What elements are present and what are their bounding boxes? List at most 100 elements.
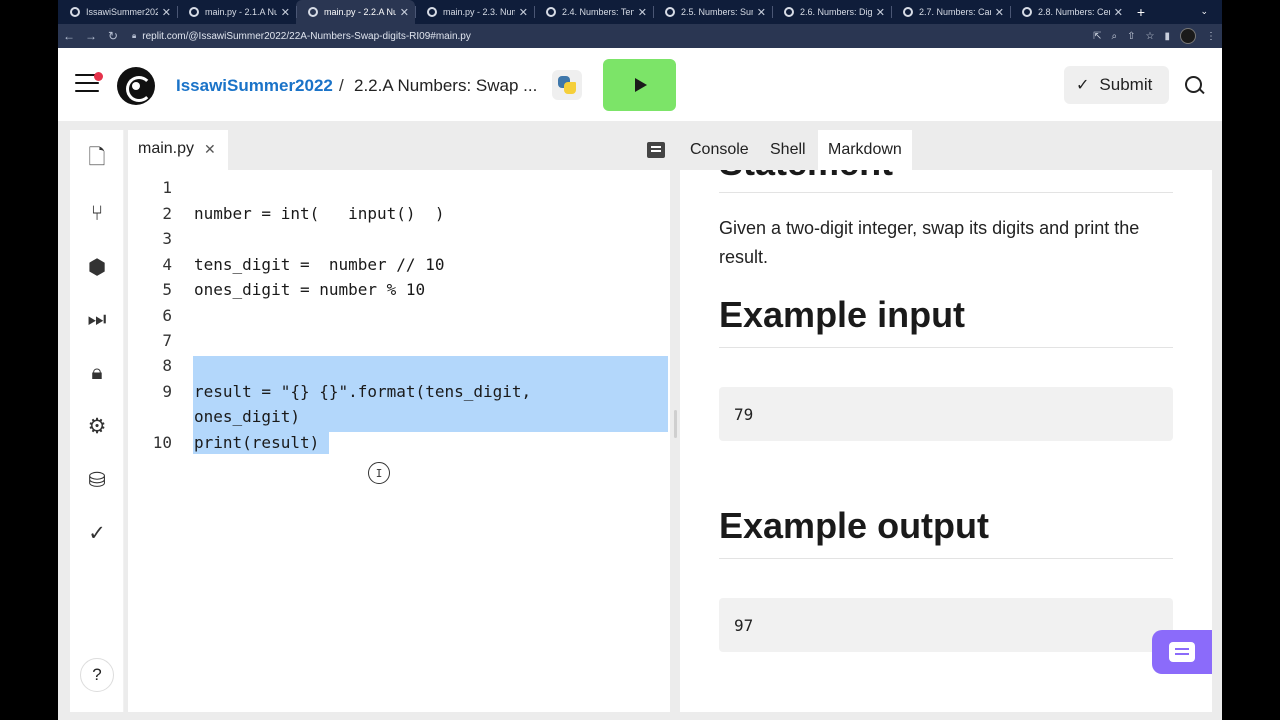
url-text: replit.com/@IssawiSummer2022/22A-Numbers… [142,30,471,42]
browser-window: IssawiSummer2022 ✕ main.py - 2.1.A Nu ✕ ma… [58,0,1222,720]
example-input-heading: Example input [719,294,966,335]
code-line-wrapped: ones_digit) [194,407,300,426]
tab-search-chevron-icon[interactable]: ⌄ [1200,6,1208,17]
profile-avatar[interactable] [1180,28,1196,44]
chat-bubble-icon [1169,642,1195,662]
output-pane: Console Shell Markdown Statement Given a… [647,130,1212,712]
replit-favicon-icon [546,7,556,17]
replit-favicon-icon [308,7,318,17]
browser-tab[interactable]: 2.6. Numbers: Digi ✕ [772,0,891,24]
example-output-heading: Example output [719,505,990,546]
search-icon[interactable] [1185,76,1205,96]
tab-close-icon[interactable]: ✕ [757,6,766,19]
breadcrumb-user-link[interactable]: IssawiSummer2022 [176,76,333,96]
tab-close-icon[interactable]: ✕ [162,6,171,19]
lock-icon: 🔒︎ [132,31,137,40]
reload-icon[interactable]: ↻ [102,29,124,43]
code-line: 4 tens_digit = number // 10 [162,255,445,274]
browser-tabstrip: IssawiSummer2022 ✕ main.py - 2.1.A Nu ✕ ma… [58,0,1222,24]
browser-address-bar: ← → ↻ 🔒︎ replit.com/@IssawiSummer2022/22A… [58,24,1222,48]
output-tabbar: Console Shell Markdown [647,130,1212,170]
pane-resize-handle[interactable] [674,410,677,438]
play-icon [635,78,647,92]
language-badge[interactable] [552,70,582,100]
replit-favicon-icon [784,7,794,17]
code-editor[interactable]: 1 2 number = int( input() ) 3 4 tens_digit… [128,172,670,712]
browser-tab[interactable]: 2.4. Numbers: Ten ✕ [534,0,653,24]
new-tab-button[interactable]: + [1129,4,1153,20]
python-logo-icon [558,76,576,94]
layout-panel-icon[interactable] [647,142,665,158]
sidebar-panel-icon[interactable]: ▮ [1164,31,1170,42]
code-line: 8 [162,356,172,375]
code-line: 3 [162,229,172,248]
replit-favicon-icon [665,7,675,17]
tab-close-icon[interactable]: ✕ [995,6,1004,19]
notification-dot [94,72,103,81]
browser-tab[interactable]: 2.5. Numbers: Sun ✕ [653,0,772,24]
markdown-view: Statement Given a two-digit integer, swa… [680,170,1212,712]
file-tab-label: main.py [138,140,195,157]
feedback-chat-button[interactable] [1152,630,1212,674]
browser-tab[interactable]: main.py - 2.3. Num ✕ [415,0,534,24]
tab-close-icon[interactable]: ✕ [281,6,290,19]
tab-markdown[interactable]: Markdown [818,130,912,170]
tab-close-icon[interactable]: ✕ [876,6,885,19]
workspace: 🗋︎ ⑂ ⬢ ⏭︎ 🔒︎ ⚙︎ ⛁ ✓ ? main.py ✕ 1 2 number… [58,122,1222,720]
zoom-icon[interactable]: ⌕ [1112,31,1118,42]
replit-logo-icon[interactable] [117,67,155,105]
forward-arrow-icon[interactable]: → [80,29,102,43]
code-line: 10 print(result) [152,433,320,452]
run-button[interactable] [603,59,676,111]
example-output-block: 97 [719,598,1173,652]
replit-favicon-icon [1022,7,1032,17]
code-line: 9 result = "{} {}".format(tens_digit, [162,382,532,401]
checkmark-icon: ✓ [1076,77,1090,94]
app-header: IssawiSummer2022 / 2.2.A Numbers: Swap .… [58,48,1222,122]
browser-tab[interactable]: main.py - 2.1.A Nu ✕ [177,0,296,24]
text-cursor-icon: I [368,462,390,484]
tab-console[interactable]: Console [680,130,759,170]
git-icon[interactable]: ⑂ [85,202,109,226]
tab-close-icon[interactable]: ✕ [519,6,528,19]
statement-text: Given a two-digit integer, swap its digi… [719,218,1140,267]
settings-gear-icon[interactable]: ⚙︎ [85,414,109,438]
back-arrow-icon[interactable]: ← [58,29,80,43]
open-app-icon[interactable]: ⇱ [1093,31,1101,42]
share-icon[interactable]: ⇧ [1127,31,1135,42]
code-line: 2 number = int( input() ) [162,204,445,223]
url-field[interactable]: 🔒︎ replit.com/@IssawiSummer2022/22A-Numbe… [132,31,471,42]
statement-heading: Statement [719,170,893,184]
bookmark-star-icon[interactable]: ☆ [1146,31,1155,42]
code-line: 5 ones_digit = number % 10 [162,280,426,299]
tab-shell[interactable]: Shell [760,130,816,170]
tab-close-icon[interactable]: ✕ [400,6,409,19]
example-input-block: 79 [719,387,1173,441]
browser-tab-active[interactable]: main.py - 2.2.A Nu ✕ [296,0,415,24]
submit-button[interactable]: ✓ Submit [1064,66,1169,104]
replit-favicon-icon [70,7,80,17]
tab-close-icon[interactable]: ✕ [638,6,647,19]
breadcrumb-separator: / [339,76,344,95]
repl-title[interactable]: 2.2.A Numbers: Swap ... [354,76,537,96]
close-icon[interactable]: ✕ [204,141,216,158]
file-tab-main-py[interactable]: main.py ✕ [128,130,228,170]
replit-favicon-icon [427,7,437,17]
files-icon[interactable]: 🗋︎ [85,146,109,172]
code-line: 6 [162,306,172,325]
packages-icon[interactable]: ⬢ [85,255,109,279]
tab-close-icon[interactable]: ✕ [1114,6,1123,19]
heading-divider [719,192,1173,193]
debugger-icon[interactable]: ⏭︎ [85,308,109,332]
browser-tab[interactable]: 2.7. Numbers: Car ✕ [891,0,1010,24]
secrets-lock-icon[interactable]: 🔒︎ [85,361,109,385]
replit-favicon-icon [903,7,913,17]
editor-pane: main.py ✕ 1 2 number = int( input() ) 3 4t… [128,130,670,712]
help-button[interactable]: ? [80,658,114,692]
browser-tab[interactable]: 2.8. Numbers: Cen ✕ [1010,0,1129,24]
browser-tab[interactable]: IssawiSummer2022 ✕ [58,0,177,24]
browser-actions: ⇱ ⌕ ⇧ ☆ ▮ ⋮ [1093,24,1216,48]
database-icon[interactable]: ⛁ [85,468,109,492]
unit-tests-check-icon[interactable]: ✓ [85,521,109,545]
browser-menu-icon[interactable]: ⋮ [1206,31,1216,42]
